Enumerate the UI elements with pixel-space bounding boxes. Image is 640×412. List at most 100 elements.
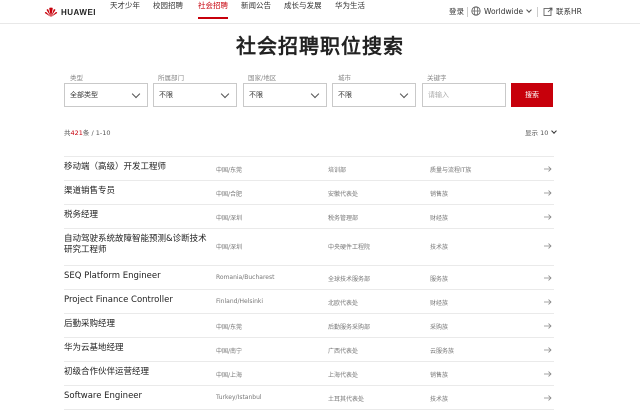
- job-department: 广西代表处: [328, 348, 359, 355]
- contact-hr-link[interactable]: 联系HR: [556, 6, 582, 18]
- filter-label-country: 国家/地区: [248, 74, 277, 82]
- job-row[interactable]: 渠道销售专员 中国/合肥 安徽代表处 销售族: [64, 180, 554, 204]
- search-button[interactable]: 搜索: [511, 83, 553, 107]
- arrow-right-icon[interactable]: [544, 347, 552, 353]
- job-location: Turkey/Istanbul: [216, 394, 262, 401]
- globe-icon: [471, 6, 481, 16]
- job-category: 销售族: [430, 372, 449, 379]
- header-separator: [467, 7, 468, 17]
- job-category: 技术族: [430, 244, 449, 251]
- job-row[interactable]: Project Finance Controller Finland/Helsin…: [64, 289, 554, 313]
- job-title[interactable]: 渠道销售专员: [64, 186, 214, 197]
- arrow-right-icon[interactable]: [544, 275, 552, 281]
- country-select[interactable]: 不限: [243, 83, 327, 107]
- filter-label-type: 类型: [70, 74, 83, 82]
- job-title[interactable]: 初级合作伙伴运营经理: [64, 367, 214, 378]
- page-size-selector[interactable]: 显示 10: [525, 127, 558, 137]
- page-size-value: 10: [540, 129, 549, 137]
- job-department: 后勤服务采购部: [328, 324, 371, 331]
- filter-label-dept: 所属部门: [158, 74, 184, 82]
- nav-item-campus[interactable]: 校园招聘: [153, 0, 183, 12]
- job-title[interactable]: 华为云基地经理: [64, 343, 214, 354]
- job-row[interactable]: SEQ Platform Engineer Romania/Bucharest 全球…: [64, 265, 554, 289]
- chevron-down-icon: [399, 89, 409, 99]
- job-department: 中央硬件工程院: [328, 244, 371, 251]
- arrow-right-icon[interactable]: [544, 166, 552, 172]
- job-location: 中国/东莞: [216, 324, 243, 331]
- city-select-value: 不限: [338, 91, 352, 99]
- job-row[interactable]: 自动驾驶系统故障智能预测&诊断技术研究工程师 中国/深圳 中央硬件工程院 技术族: [64, 228, 554, 265]
- job-title[interactable]: 移动端（高级）开发工程师: [64, 162, 214, 173]
- job-department: 培训部: [328, 167, 347, 174]
- login-link[interactable]: 登录: [449, 6, 464, 18]
- job-category: 财经族: [430, 215, 449, 222]
- arrow-right-icon[interactable]: [544, 323, 552, 329]
- chevron-down-icon: [220, 89, 230, 99]
- job-location: 中国/南宁: [216, 348, 243, 355]
- dept-select-value: 不限: [159, 91, 173, 99]
- job-row[interactable]: 华为云基地经理 中国/南宁 广西代表处 云服务族: [64, 337, 554, 361]
- job-title[interactable]: 后勤采购经理: [64, 319, 214, 330]
- job-row[interactable]: Software Engineer Turkey/Istanbul 土耳其代表处 技术…: [64, 385, 554, 409]
- job-department: 北欧代表处: [328, 300, 359, 307]
- arrow-right-icon[interactable]: [544, 371, 552, 377]
- nav-item-growth[interactable]: 成长与发展: [284, 0, 322, 12]
- job-title[interactable]: SEQ Platform Engineer: [64, 271, 214, 282]
- job-row[interactable]: 后勤采购经理 中国/东莞 后勤服务采购部 采购族: [64, 313, 554, 337]
- chevron-down-icon: [526, 7, 532, 13]
- page-size-label: 显示: [525, 129, 538, 137]
- job-title[interactable]: Software Engineer: [64, 391, 214, 402]
- region-label: Worldwide: [484, 7, 524, 16]
- chevron-down-icon: [551, 128, 558, 134]
- arrow-right-icon[interactable]: [544, 214, 552, 220]
- job-category: 采购族: [430, 324, 449, 331]
- brand-name: HUAWEI: [61, 7, 96, 17]
- type-select[interactable]: 全部类型: [64, 83, 148, 107]
- job-category: 销售族: [430, 191, 449, 198]
- country-select-value: 不限: [249, 91, 263, 99]
- job-location: 中国/上海: [216, 372, 243, 379]
- filter-label-keyword: 关键字: [427, 74, 447, 82]
- job-department: 土耳其代表处: [328, 396, 365, 403]
- nav-item-life[interactable]: 华为生活: [335, 0, 365, 12]
- huawei-flower-icon: [44, 7, 58, 17]
- job-location: 中国/合肥: [216, 191, 243, 198]
- row-divider: [64, 409, 554, 410]
- arrow-right-icon[interactable]: [544, 395, 552, 401]
- results-suffix: 条 / 1-10: [82, 129, 111, 137]
- job-category: 质量与流程IT族: [430, 167, 472, 174]
- arrow-right-icon[interactable]: [544, 243, 552, 249]
- job-location: 中国/深圳: [216, 244, 243, 251]
- job-row[interactable]: 初级合作伙伴运营经理 中国/上海 上海代表处 销售族: [64, 361, 554, 385]
- job-row[interactable]: 税务经理 中国/深圳 税务管理部 财经族: [64, 204, 554, 228]
- job-title[interactable]: 税务经理: [64, 210, 214, 221]
- job-location: Finland/Helsinki: [216, 298, 264, 305]
- job-location: 中国/深圳: [216, 215, 243, 222]
- arrow-right-icon[interactable]: [544, 190, 552, 196]
- region-selector[interactable]: Worldwide: [484, 6, 532, 18]
- job-title[interactable]: 自动驾驶系统故障智能预测&诊断技术研究工程师: [64, 234, 214, 256]
- job-department: 全球技术服务部: [328, 276, 371, 283]
- city-select[interactable]: 不限: [332, 83, 416, 107]
- chevron-down-icon: [310, 89, 320, 99]
- job-location: Romania/Bucharest: [216, 274, 275, 281]
- dept-select[interactable]: 不限: [153, 83, 237, 107]
- nav-item-news[interactable]: 新闻公告: [241, 0, 271, 12]
- nav-item-social[interactable]: 社会招聘: [198, 0, 228, 19]
- job-category: 服务族: [430, 276, 449, 283]
- keyword-input[interactable]: [422, 83, 506, 107]
- header-separator: [537, 7, 538, 17]
- job-title[interactable]: Project Finance Controller: [64, 295, 214, 306]
- huawei-logo[interactable]: HUAWEI: [44, 6, 96, 18]
- arrow-right-icon[interactable]: [544, 299, 552, 305]
- job-department: 税务管理部: [328, 215, 359, 222]
- contact-hr-icon: [543, 7, 553, 16]
- job-category: 云服务族: [430, 348, 455, 355]
- job-location: 中国/东莞: [216, 167, 243, 174]
- job-row[interactable]: 移动端（高级）开发工程师 中国/东莞 培训部 质量与流程IT族: [64, 156, 554, 180]
- filter-label-city: 城市: [338, 74, 351, 82]
- type-select-value: 全部类型: [70, 91, 98, 99]
- job-category: 技术族: [430, 396, 449, 403]
- nav-item-genius[interactable]: 天才少年: [110, 0, 140, 12]
- results-count: 共421条 / 1-10: [64, 127, 111, 137]
